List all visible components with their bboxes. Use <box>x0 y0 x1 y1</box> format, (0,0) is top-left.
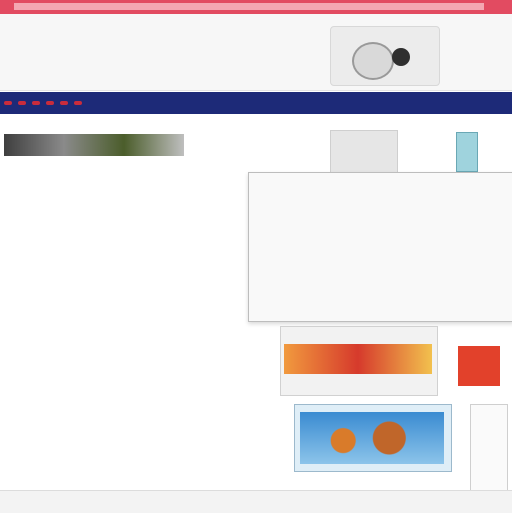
main-article <box>4 120 240 508</box>
logo-dot-icon <box>392 48 410 66</box>
header-links[interactable] <box>446 30 508 44</box>
site-title[interactable] <box>4 28 324 48</box>
promo-photo-image <box>300 412 444 464</box>
article-image-strip <box>4 134 184 156</box>
promo-small-ad[interactable] <box>458 346 500 386</box>
sidebar-thumbnail[interactable] <box>330 130 398 174</box>
panel-text-line <box>259 305 503 317</box>
nav-item[interactable] <box>74 101 82 105</box>
panel-text-line <box>259 277 503 289</box>
sidebar-badge-icon[interactable] <box>456 132 478 172</box>
nav-item[interactable] <box>18 101 26 105</box>
nav-item[interactable] <box>60 101 68 105</box>
panel-text-line <box>259 213 503 225</box>
footer-text <box>8 494 468 508</box>
logo-globe-icon <box>352 42 394 80</box>
top-accent-inner <box>14 3 484 10</box>
nav-item[interactable] <box>4 101 12 105</box>
promo-side-card[interactable] <box>470 404 508 492</box>
info-popup-panel <box>248 172 512 322</box>
nav-item[interactable] <box>32 101 40 105</box>
nav-item[interactable] <box>46 101 54 105</box>
panel-text-line <box>259 261 503 273</box>
site-tagline <box>4 56 324 70</box>
panel-text-line <box>259 229 503 241</box>
panel-text-line <box>259 245 503 257</box>
panel-text-line <box>259 291 503 303</box>
panel-title <box>259 189 499 203</box>
promo-banner-label <box>290 350 426 366</box>
main-navigation <box>0 92 512 114</box>
